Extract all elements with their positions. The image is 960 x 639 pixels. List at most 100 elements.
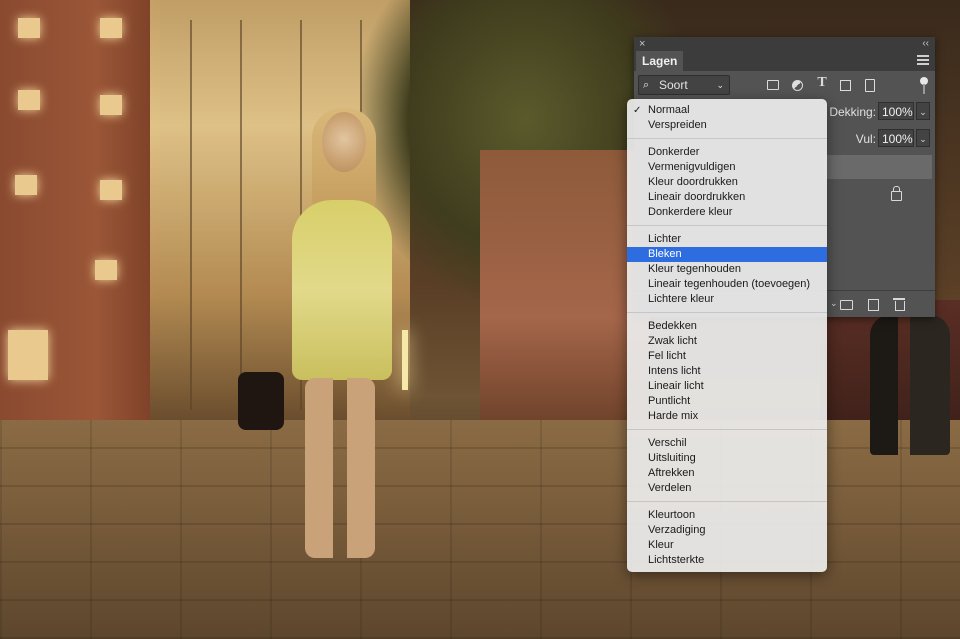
blend-mode-item[interactable]: Lichter [627, 232, 827, 247]
blend-mode-item[interactable]: Kleur [627, 538, 827, 553]
fill-row: Vul: 100% ⌄ [824, 129, 932, 149]
blend-mode-label: Kleur [648, 539, 674, 551]
filter-toggle[interactable] [920, 77, 928, 95]
panel-titlebar: × ‹‹ [634, 37, 935, 51]
chevron-down-icon[interactable]: ⌄ [830, 298, 838, 309]
blend-mode-item[interactable]: Vermenigvuldigen [627, 160, 827, 175]
blend-mode-label: Kleur doordrukken [648, 176, 738, 188]
brick-building-left [0, 0, 160, 420]
blend-mode-item[interactable]: Aftrekken [627, 466, 827, 481]
blend-mode-item[interactable]: Verdelen [627, 481, 827, 496]
blend-mode-item[interactable]: Kleur tegenhouden [627, 262, 827, 277]
background-layer-row[interactable] [824, 183, 932, 213]
blend-mode-label: Lichtere kleur [648, 293, 715, 305]
blend-mode-label: Aftrekken [648, 467, 695, 479]
blend-mode-label: Lichtsterkte [648, 554, 705, 566]
street-light [402, 330, 408, 390]
smart-object-filter-icon[interactable] [865, 79, 875, 92]
blend-mode-label: Lichter [648, 233, 682, 245]
menu-separator [627, 501, 827, 502]
blend-mode-item[interactable]: Harde mix [627, 409, 827, 424]
fill-label: Vul: [855, 132, 876, 146]
people-walking [870, 315, 950, 455]
opacity-row: Dekking: 100% ⌄ [824, 102, 932, 122]
blend-mode-item[interactable]: Puntlicht [627, 394, 827, 409]
fill-input[interactable]: 100% [878, 129, 914, 147]
blend-mode-label: Kleur tegenhouden [648, 263, 741, 275]
blend-mode-item[interactable]: ✓ Normaal [627, 103, 827, 118]
selected-layer-row[interactable] [824, 155, 932, 179]
opacity-input[interactable]: 100% [878, 102, 914, 120]
blend-mode-item[interactable]: Verschil [627, 436, 827, 451]
blend-mode-label: Fel licht [648, 350, 686, 362]
blend-mode-item[interactable]: Lineair doordrukken [627, 190, 827, 205]
blend-mode-label: Lineair licht [648, 380, 704, 392]
woman-legs [305, 378, 375, 558]
panel-tabs: Lagen [634, 51, 935, 71]
blend-mode-item[interactable]: Uitsluiting [627, 451, 827, 466]
held-shoes [238, 372, 284, 430]
filter-kind-select[interactable]: ⌕ Soort ⌄ [638, 75, 730, 95]
blend-mode-item[interactable]: Zwak licht [627, 334, 827, 349]
opacity-label: Dekking: [829, 105, 876, 119]
blend-mode-label: Zwak licht [648, 335, 697, 347]
yellow-dress [292, 200, 392, 380]
adjustment-filter-icon[interactable] [792, 80, 803, 91]
blend-mode-label: Uitsluiting [648, 452, 696, 464]
blend-mode-item[interactable]: Donkerdere kleur [627, 205, 827, 220]
blend-mode-item[interactable]: Fel licht [627, 349, 827, 364]
image-filter-icon[interactable] [767, 80, 779, 90]
fill-chevron-icon[interactable]: ⌄ [916, 129, 930, 147]
blend-mode-item[interactable]: Lichtsterkte [627, 553, 827, 568]
menu-separator [627, 225, 827, 226]
panel-menu-icon[interactable] [917, 55, 929, 65]
blend-mode-label: Lineair tegenhouden (toevoegen) [648, 278, 811, 290]
woman-face [322, 112, 366, 172]
blend-mode-item[interactable]: Kleurtoon [627, 508, 827, 523]
tab-layers[interactable]: Lagen [636, 51, 684, 71]
checkmark-icon: ✓ [633, 105, 642, 116]
blend-mode-label: Vermenigvuldigen [648, 161, 736, 173]
blend-mode-label: Bleken [648, 248, 682, 260]
blend-mode-label: Donkerdere kleur [648, 206, 733, 218]
opacity-chevron-icon[interactable]: ⌄ [916, 102, 930, 120]
blend-mode-label: Lineair doordrukken [648, 191, 746, 203]
blend-mode-item[interactable]: Bleken [627, 247, 827, 262]
blend-mode-item[interactable]: Verzadiging [627, 523, 827, 538]
blend-mode-item[interactable]: Lineair licht [627, 379, 827, 394]
blend-mode-label: Verschil [648, 437, 687, 449]
blend-mode-item[interactable]: Bedekken [627, 319, 827, 334]
blend-mode-label: Verzadiging [648, 524, 706, 536]
blend-mode-item[interactable]: Kleur doordrukken [627, 175, 827, 190]
lock-icon[interactable] [891, 186, 902, 201]
shape-filter-icon[interactable] [840, 80, 851, 91]
blend-mode-label: Verdelen [648, 482, 692, 494]
trash-icon[interactable] [893, 298, 905, 311]
menu-separator [627, 312, 827, 313]
blend-mode-item[interactable]: Intens licht [627, 364, 827, 379]
brick-building-right [480, 150, 650, 430]
blend-mode-label: Harde mix [648, 410, 699, 422]
blend-mode-item[interactable]: Verspreiden [627, 118, 827, 133]
collapse-icon[interactable]: ‹‹ [922, 37, 929, 51]
blend-mode-label: Bedekken [648, 320, 697, 332]
filter-kind-label: Soort [659, 78, 688, 92]
layer-filter-row: ⌕ Soort ⌄ T [634, 73, 935, 97]
menu-separator [627, 138, 827, 139]
new-group-icon[interactable] [840, 300, 853, 310]
menu-separator [627, 429, 827, 430]
blend-mode-label: Kleurtoon [648, 509, 696, 521]
blend-mode-label: Puntlicht [648, 395, 691, 407]
blend-mode-label: Intens licht [648, 365, 701, 377]
search-icon: ⌕ [643, 79, 650, 91]
close-icon[interactable]: × [639, 37, 645, 51]
blend-mode-item[interactable]: Lichtere kleur [627, 292, 827, 307]
blend-mode-label: Verspreiden [648, 119, 707, 131]
blend-mode-label: Donkerder [648, 146, 700, 158]
chevron-down-icon: ⌄ [716, 80, 724, 90]
blend-mode-label: Normaal [648, 104, 690, 116]
blend-mode-item[interactable]: Lineair tegenhouden (toevoegen) [627, 277, 827, 292]
type-filter-icon[interactable]: T [815, 76, 829, 90]
new-layer-icon[interactable] [868, 299, 879, 311]
blend-mode-item[interactable]: Donkerder [627, 145, 827, 160]
